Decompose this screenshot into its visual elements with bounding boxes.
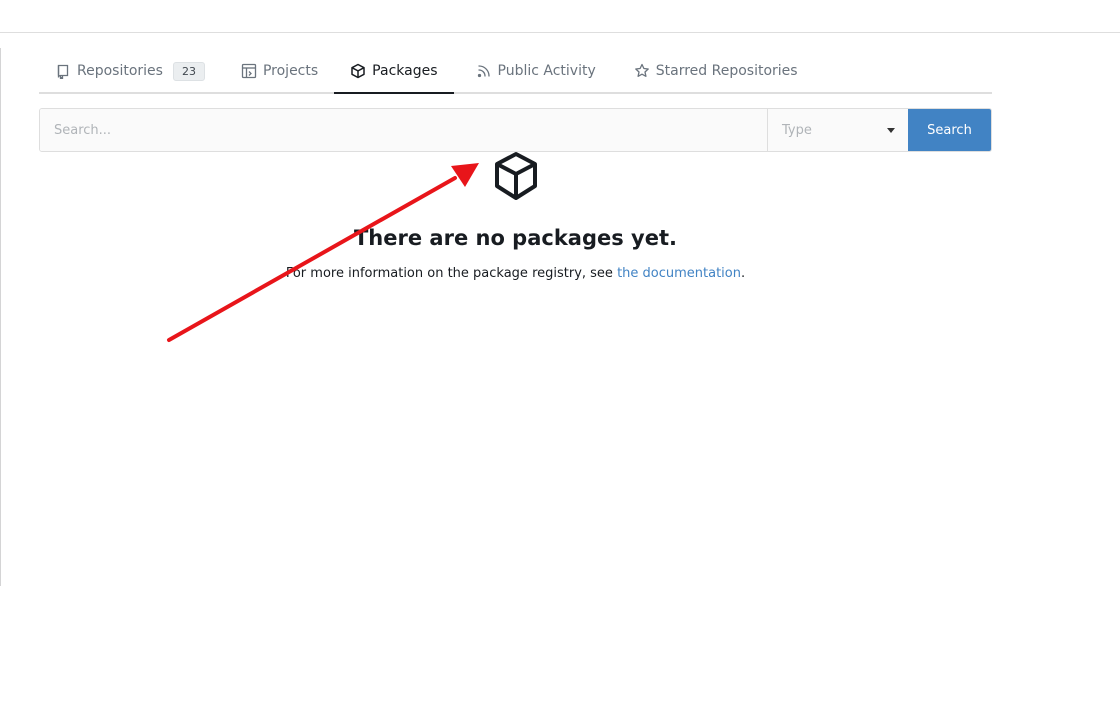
empty-state-description: For more information on the package regi…	[39, 266, 992, 281]
package-search-bar: Type Search	[39, 108, 992, 152]
search-input[interactable]	[40, 109, 767, 151]
caret-down-icon	[887, 127, 895, 133]
repository-count-badge: 23	[172, 61, 205, 81]
tab-public-activity[interactable]: Public Activity	[460, 50, 612, 92]
search-button[interactable]: Search	[908, 109, 991, 151]
repo-icon	[57, 64, 69, 79]
tab-label: Projects	[262, 63, 319, 79]
tab-label: Starred Repositories	[655, 63, 798, 79]
star-icon	[634, 63, 649, 77]
rss-icon	[477, 65, 490, 78]
tab-packages[interactable]: Packages	[334, 50, 454, 94]
description-suffix: .	[741, 266, 746, 281]
tab-repositories[interactable]: Repositories 23	[39, 50, 221, 92]
top-divider	[0, 32, 1120, 33]
empty-state: There are no packages yet. For more info…	[39, 150, 992, 281]
description-text: For more information on the package regi…	[285, 266, 618, 281]
empty-state-title: There are no packages yet.	[353, 226, 678, 250]
documentation-link[interactable]: the documentation	[617, 266, 741, 281]
project-icon	[241, 63, 257, 79]
tab-label: Packages	[372, 63, 438, 79]
tab-label: Public Activity	[497, 63, 596, 79]
tab-label: Repositories	[77, 63, 163, 79]
type-dropdown[interactable]: Type	[767, 109, 908, 151]
left-border	[0, 48, 1, 586]
tab-starred-repositories[interactable]: Starred Repositories	[618, 50, 814, 92]
tab-projects[interactable]: Projects	[225, 50, 334, 92]
package-icon	[494, 152, 537, 200]
type-dropdown-label: Type	[782, 122, 812, 138]
profile-tabs: Repositories 23 Projects Packages Public…	[39, 50, 992, 94]
package-icon	[351, 63, 365, 79]
